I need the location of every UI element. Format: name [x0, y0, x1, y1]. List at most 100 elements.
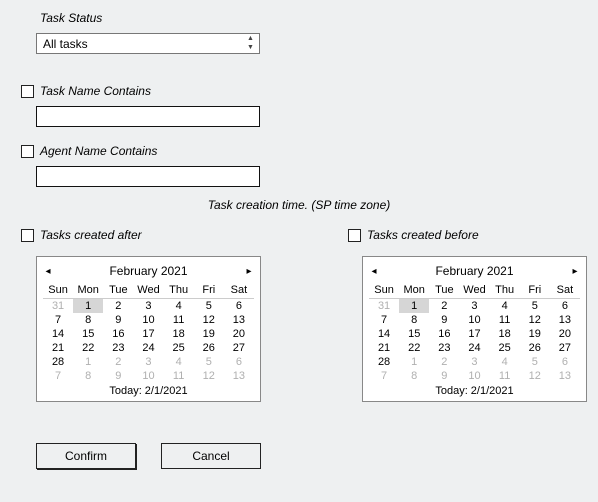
calendar-day[interactable]: 4	[164, 299, 194, 313]
calendar-after-next-icon[interactable]: ▸	[244, 266, 254, 277]
calendar-day[interactable]: 2	[103, 355, 133, 369]
calendar-after[interactable]: ◂ February 2021 ▸ SunMonTueWedThuFriSat3…	[36, 256, 261, 402]
calendar-day[interactable]: 28	[43, 355, 73, 369]
calendar-before[interactable]: ◂ February 2021 ▸ SunMonTueWedThuFriSat3…	[362, 256, 587, 402]
calendar-day[interactable]: 20	[224, 327, 254, 341]
calendar-day[interactable]: 11	[490, 369, 520, 383]
calendar-day[interactable]: 20	[550, 327, 580, 341]
calendar-day[interactable]: 19	[194, 327, 224, 341]
calendar-day[interactable]: 13	[550, 369, 580, 383]
calendar-day[interactable]: 17	[133, 327, 163, 341]
calendar-day[interactable]: 22	[73, 341, 103, 355]
calendar-day[interactable]: 3	[133, 299, 163, 313]
calendar-day[interactable]: 18	[490, 327, 520, 341]
calendar-day[interactable]: 10	[459, 313, 489, 327]
calendar-day[interactable]: 23	[429, 341, 459, 355]
calendar-day[interactable]: 2	[103, 299, 133, 313]
calendar-day[interactable]: 6	[550, 299, 580, 313]
calendar-day[interactable]: 24	[459, 341, 489, 355]
calendar-day[interactable]: 28	[369, 355, 399, 369]
calendar-day[interactable]: 11	[164, 313, 194, 327]
calendar-day[interactable]: 12	[520, 369, 550, 383]
calendar-after-footer[interactable]: Today: 2/1/2021	[43, 385, 254, 397]
calendar-day[interactable]: 13	[224, 313, 254, 327]
calendar-day[interactable]: 18	[164, 327, 194, 341]
calendar-day[interactable]: 12	[194, 369, 224, 383]
calendar-day[interactable]: 23	[103, 341, 133, 355]
calendar-day[interactable]: 13	[224, 369, 254, 383]
calendar-before-footer[interactable]: Today: 2/1/2021	[369, 385, 580, 397]
calendar-day[interactable]: 12	[520, 313, 550, 327]
confirm-button[interactable]: Confirm	[36, 443, 136, 469]
calendar-day[interactable]: 1	[399, 299, 429, 313]
calendar-day[interactable]: 5	[520, 355, 550, 369]
cancel-button[interactable]: Cancel	[161, 443, 261, 469]
tasks-created-after-checkbox[interactable]	[21, 229, 34, 242]
calendar-day[interactable]: 3	[133, 355, 163, 369]
task-name-contains-checkbox[interactable]	[21, 85, 34, 98]
calendar-day[interactable]: 9	[103, 313, 133, 327]
calendar-day[interactable]: 25	[490, 341, 520, 355]
calendar-day[interactable]: 11	[490, 313, 520, 327]
calendar-day[interactable]: 10	[133, 313, 163, 327]
calendar-day[interactable]: 3	[459, 355, 489, 369]
calendar-day[interactable]: 5	[194, 355, 224, 369]
calendar-day[interactable]: 9	[429, 369, 459, 383]
calendar-day[interactable]: 16	[429, 327, 459, 341]
calendar-before-next-icon[interactable]: ▸	[570, 266, 580, 277]
calendar-day[interactable]: 5	[194, 299, 224, 313]
calendar-day[interactable]: 1	[399, 355, 429, 369]
calendar-day[interactable]: 8	[399, 313, 429, 327]
calendar-day[interactable]: 26	[520, 341, 550, 355]
calendar-day[interactable]: 13	[550, 313, 580, 327]
calendar-day[interactable]: 4	[490, 355, 520, 369]
calendar-day[interactable]: 2	[429, 299, 459, 313]
calendar-day[interactable]: 8	[399, 369, 429, 383]
dropdown-spinner-icon[interactable]: ▲▼	[243, 35, 258, 52]
calendar-day[interactable]: 7	[369, 313, 399, 327]
calendar-day[interactable]: 27	[224, 341, 254, 355]
calendar-day[interactable]: 22	[399, 341, 429, 355]
calendar-day[interactable]: 7	[43, 313, 73, 327]
agent-name-contains-input[interactable]	[36, 166, 260, 187]
calendar-day[interactable]: 1	[73, 299, 103, 313]
task-name-contains-input[interactable]	[36, 106, 260, 127]
agent-name-contains-checkbox[interactable]	[21, 145, 34, 158]
calendar-day[interactable]: 21	[369, 341, 399, 355]
calendar-day[interactable]: 9	[429, 313, 459, 327]
calendar-day[interactable]: 2	[429, 355, 459, 369]
calendar-day[interactable]: 26	[194, 341, 224, 355]
calendar-day[interactable]: 10	[459, 369, 489, 383]
calendar-day[interactable]: 10	[133, 369, 163, 383]
calendar-day[interactable]: 25	[164, 341, 194, 355]
tasks-created-before-checkbox[interactable]	[348, 229, 361, 242]
calendar-day[interactable]: 8	[73, 369, 103, 383]
calendar-day[interactable]: 17	[459, 327, 489, 341]
calendar-day[interactable]: 12	[194, 313, 224, 327]
calendar-day[interactable]: 6	[224, 355, 254, 369]
calendar-after-prev-icon[interactable]: ◂	[43, 266, 53, 277]
calendar-day[interactable]: 11	[164, 369, 194, 383]
calendar-day[interactable]: 24	[133, 341, 163, 355]
calendar-after-title[interactable]: February 2021	[53, 264, 244, 278]
calendar-day[interactable]: 7	[369, 369, 399, 383]
calendar-day[interactable]: 1	[73, 355, 103, 369]
calendar-before-title[interactable]: February 2021	[379, 264, 570, 278]
calendar-day[interactable]: 19	[520, 327, 550, 341]
calendar-day[interactable]: 14	[369, 327, 399, 341]
calendar-day[interactable]: 9	[103, 369, 133, 383]
calendar-day[interactable]: 31	[43, 299, 73, 313]
calendar-day[interactable]: 15	[399, 327, 429, 341]
calendar-day[interactable]: 4	[164, 355, 194, 369]
calendar-day[interactable]: 14	[43, 327, 73, 341]
calendar-day[interactable]: 6	[224, 299, 254, 313]
calendar-day[interactable]: 3	[459, 299, 489, 313]
calendar-day[interactable]: 8	[73, 313, 103, 327]
calendar-day[interactable]: 7	[43, 369, 73, 383]
calendar-day[interactable]: 31	[369, 299, 399, 313]
calendar-day[interactable]: 6	[550, 355, 580, 369]
calendar-day[interactable]: 21	[43, 341, 73, 355]
calendar-day[interactable]: 16	[103, 327, 133, 341]
calendar-day[interactable]: 4	[490, 299, 520, 313]
calendar-day[interactable]: 27	[550, 341, 580, 355]
